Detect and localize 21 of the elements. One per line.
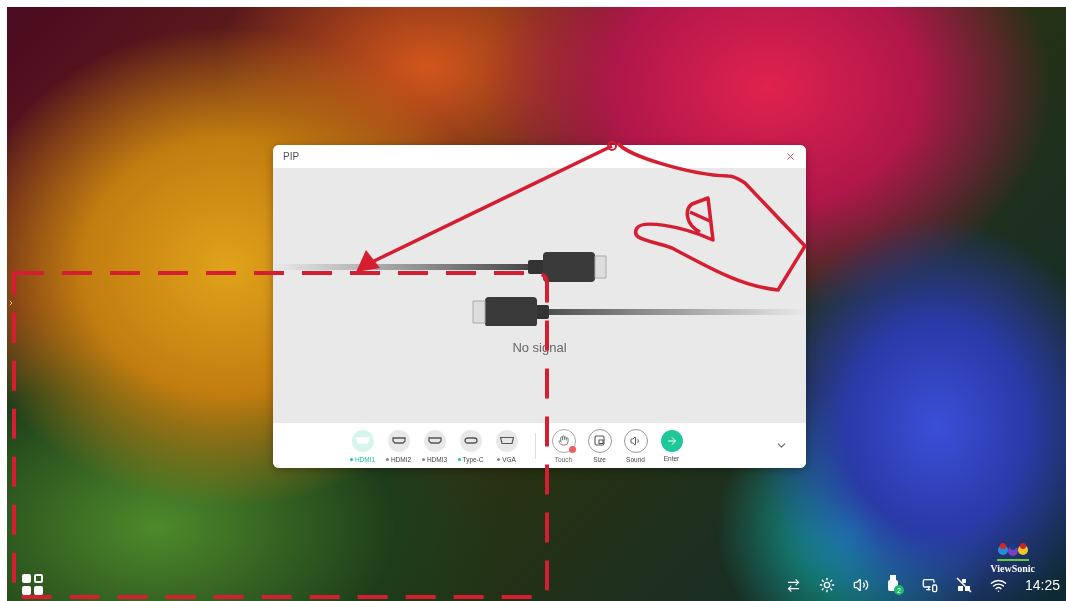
chevron-right-icon[interactable] (7, 299, 15, 307)
hdmi-port-icon (391, 436, 406, 445)
apps-grid-icon[interactable] (22, 574, 43, 595)
birds-logo-icon (995, 541, 1030, 563)
network-disconnected-icon[interactable] (955, 577, 972, 593)
brightness-icon[interactable] (818, 577, 835, 593)
devices-icon[interactable] (921, 577, 938, 593)
close-button[interactable] (785, 151, 796, 162)
vga-port-icon (499, 436, 514, 445)
usb-c-port-icon (463, 436, 478, 445)
logo-text: ViewSonic (990, 563, 1035, 574)
window-title: PIP (283, 151, 300, 162)
resize-window-icon (594, 435, 605, 446)
hdmi-port-icon (355, 436, 370, 445)
volume-icon[interactable] (852, 577, 869, 593)
speaker-icon (629, 434, 642, 447)
touch-hand-icon (558, 435, 569, 446)
switch-arrows-icon[interactable] (785, 577, 801, 593)
arrow-right-icon (665, 434, 678, 447)
clock-time: 14:25 (1024, 577, 1060, 593)
hdmi-port-icon (427, 436, 442, 445)
